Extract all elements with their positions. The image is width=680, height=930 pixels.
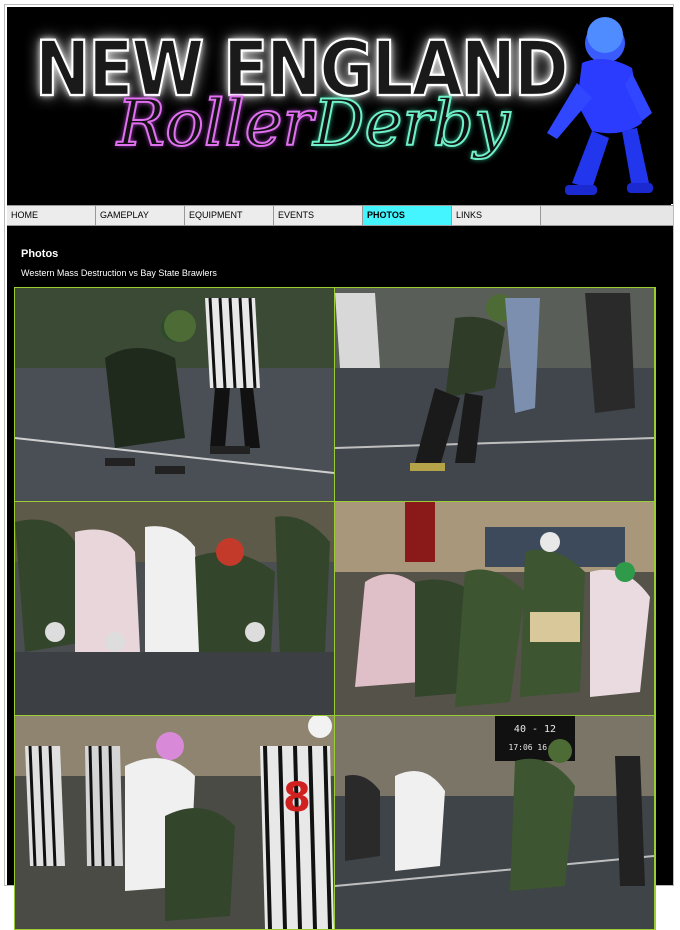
main-content: Photos Western Mass Destruction vs Bay S… <box>7 226 673 930</box>
nav-item-gameplay[interactable]: GAMEPLAY <box>96 206 185 225</box>
nav-item-links[interactable]: LINKS <box>452 206 541 225</box>
scoreboard-score: 40 - 12 <box>514 724 556 735</box>
skaters-photo-2 <box>335 288 654 501</box>
site-title-script-word-2: Derby <box>312 86 511 162</box>
skaters-photo-6: 40 - 12 17:06 16:40 <box>335 716 654 929</box>
page-frame: NEW ENGLAND RollerDerby HOME GAMEPLAY EQ… <box>4 4 674 930</box>
site-banner: NEW ENGLAND RollerDerby <box>7 7 673 204</box>
page-title: Photos <box>21 248 59 260</box>
site-title-script: RollerDerby <box>116 86 511 162</box>
gallery-photo[interactable] <box>335 288 654 501</box>
nav-item-home[interactable]: HOME <box>7 206 96 225</box>
nav-item-photos[interactable]: PHOTOS <box>363 206 452 225</box>
gallery-photo[interactable] <box>15 502 334 715</box>
main-navigation: HOME GAMEPLAY EQUIPMENT EVENTS PHOTOS LI… <box>7 205 673 226</box>
gallery-photo[interactable]: 40 - 12 17:06 16:40 <box>335 716 654 929</box>
nav-spacer <box>541 206 673 225</box>
nav-item-events[interactable]: EVENTS <box>274 206 363 225</box>
photo-gallery: 8 40 - 12 17:06 16:40 <box>14 287 656 930</box>
gallery-photo[interactable] <box>335 502 654 715</box>
skater-illustration <box>547 17 653 195</box>
gallery-subtitle: Western Mass Destruction vs Bay State Br… <box>21 268 217 278</box>
skaters-photo-3 <box>15 502 334 715</box>
jersey-number: 8 <box>283 775 311 821</box>
gallery-photo[interactable]: 8 <box>15 716 334 929</box>
site-title-script-word-1: Roller <box>116 86 314 162</box>
gallery-photo[interactable] <box>15 288 334 501</box>
skaters-photo-4 <box>335 502 654 715</box>
skaters-photo-1 <box>15 288 334 501</box>
nav-item-equipment[interactable]: EQUIPMENT <box>185 206 274 225</box>
skaters-photo-5: 8 <box>15 716 334 929</box>
